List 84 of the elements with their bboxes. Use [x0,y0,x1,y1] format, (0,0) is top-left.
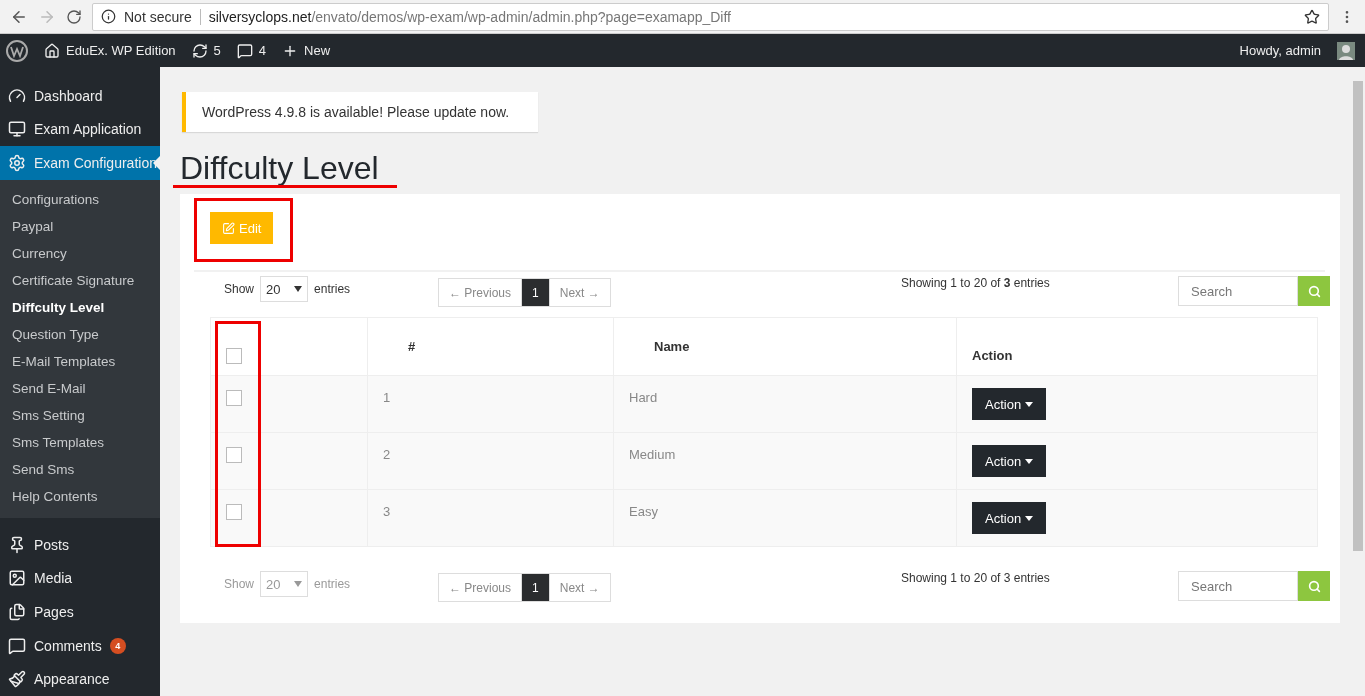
table-cell: Medium [613,432,957,490]
speech-bubble-icon [236,42,253,59]
monitor-icon [8,120,26,139]
search-field[interactable]: Search [1178,276,1298,306]
menu-item[interactable]: Exam Configuration [0,146,160,180]
image-icon [8,569,26,588]
avatar-icon [1337,41,1355,60]
logo-icon[interactable] [6,39,28,62]
account-link[interactable]: Howdy, admin [1239,43,1321,58]
update-notice: WordPress 4.9.8 is available! Please update now. [182,92,538,132]
action-button[interactable]: Action [972,502,1047,534]
entries-label: entries [314,577,351,591]
table-cell: 2 [367,432,614,490]
table-cell: Hard [613,375,957,433]
menu-item[interactable]: Appearance [0,662,160,696]
action-button[interactable]: Action [972,388,1047,420]
pin-icon [8,535,26,554]
next-button[interactable]: Next → [548,278,611,307]
previous-button[interactable]: ← Previous [438,278,523,307]
submenu-item[interactable]: Certificate Signature [0,266,160,294]
updates-link[interactable]: 5 [191,42,221,59]
checkbox[interactable] [226,447,242,463]
submenu-item[interactable]: Sms Templates [0,428,160,456]
checkbox[interactable] [226,390,242,406]
table-cell: 3 [367,489,614,547]
entries-label: entries [314,282,351,296]
submenu-item[interactable]: Sms Setting [0,401,160,429]
url-text: silversyclops.net/envato/demos/wp-exam/wp-admin/admin.php?page=examapp_Diff [208,8,731,25]
submenu-item[interactable]: Diffculty Level [0,293,160,321]
caret-icon [1025,515,1034,521]
pages-icon [8,602,26,621]
count-badge: 4 [109,637,126,654]
submenu-item[interactable]: Help Contents [0,482,160,510]
caret-icon [1025,401,1034,407]
entries-info: Showing 1 to 20 of 3 entries [901,571,1051,585]
speech-bubble-icon [8,636,26,655]
search-icon [1307,579,1321,593]
search-button[interactable] [1298,571,1330,601]
show-label: Show [224,282,255,296]
checkbox[interactable] [226,348,242,364]
submenu-item[interactable]: E-Mail Templates [0,347,160,375]
page-title: Diffculty Level [180,150,380,187]
entries-info: Showing 1 to 20 of 3 entries [901,276,1051,290]
search-icon [1307,284,1321,298]
search-button[interactable] [1298,276,1330,306]
show-label: Show [224,577,255,591]
menu-item[interactable]: Exam Application [0,112,160,147]
star-icon[interactable] [1304,8,1320,25]
submenu-item[interactable]: Send Sms [0,455,160,483]
reload-icon[interactable] [66,8,82,25]
gear-icon [8,154,26,173]
comments-link[interactable]: 4 [236,42,267,59]
column-header: Name [613,317,957,376]
column-header: Action [956,317,1318,376]
security-label: Not secure [124,8,192,25]
menu-item[interactable]: Dashboard [0,79,160,113]
menu-item[interactable]: Media [0,561,160,596]
submenu-item[interactable]: Currency [0,239,160,267]
page-button[interactable]: 1 [521,278,550,307]
new-link[interactable]: New [282,42,331,59]
caret-icon [1025,458,1034,464]
menu-item[interactable]: Posts [0,527,160,562]
submenu-item[interactable]: Send E-Mail [0,374,160,402]
home-icon [44,42,60,59]
info-icon [101,9,116,24]
submenu-item[interactable]: Paypal [0,212,160,240]
page-length-select[interactable]: 20 [260,276,309,302]
edit-icon [222,221,235,235]
caret-icon [294,581,303,587]
refresh-icon [191,42,208,59]
address-bar[interactable]: Not secure silversyclops.net/envato/demos/wp-exam/wp-admin/admin.php?page=examapp_Diff [92,2,1329,31]
gauge-icon [8,86,26,105]
submenu-item[interactable]: Configurations [0,185,160,213]
table-cell: 1 [367,375,614,433]
table-cell: Easy [613,489,957,547]
submenu-item[interactable]: Question Type [0,320,160,348]
menu-item[interactable]: Pages [0,595,160,629]
action-button[interactable]: Action [972,445,1047,477]
menu-item[interactable]: Comments 4 [0,628,160,663]
caret-icon [294,286,303,292]
column-header: # [367,317,614,376]
checkbox[interactable] [226,504,242,520]
site-link[interactable]: EduEx. WP Edition [44,42,176,59]
paintbrush-icon [8,670,26,689]
